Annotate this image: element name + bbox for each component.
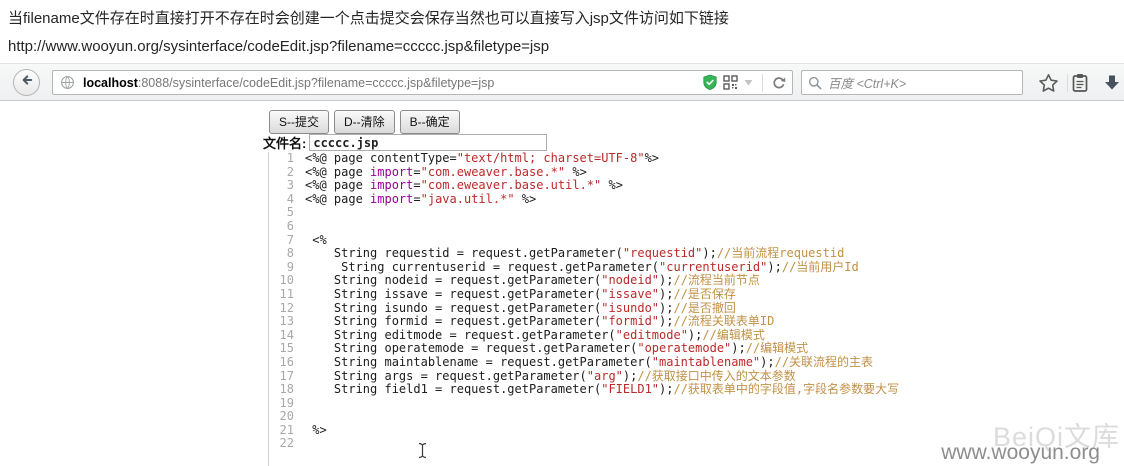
search-input[interactable]: 百度 <Ctrl+K> xyxy=(801,70,1023,95)
code-line[interactable]: String maintablename = request.getParame… xyxy=(305,356,1124,370)
code-line[interactable]: String formid = request.getParameter("fo… xyxy=(305,315,1124,329)
text-cursor-icon xyxy=(417,442,428,464)
back-icon xyxy=(19,72,35,93)
line-number: 8 xyxy=(269,247,294,261)
submit-button[interactable]: S--提交 xyxy=(269,110,329,134)
page-content: S--提交 D--清除 B--确定 文件名: 12345678910111213… xyxy=(0,101,1124,466)
clear-button[interactable]: D--清除 xyxy=(334,110,395,134)
code-line[interactable] xyxy=(305,397,1124,411)
filename-input[interactable] xyxy=(309,134,547,151)
line-number: 12 xyxy=(269,302,294,316)
confirm-button[interactable]: B--确定 xyxy=(400,110,460,134)
line-number: 17 xyxy=(269,370,294,384)
code-line[interactable] xyxy=(305,206,1124,220)
line-number: 7 xyxy=(269,234,294,248)
url-text[interactable]: localhost:8088/sysinterface/codeEdit.jsp… xyxy=(83,76,702,90)
filename-row: 文件名: xyxy=(263,133,547,152)
line-number: 3 xyxy=(269,179,294,193)
line-number: 1 xyxy=(269,152,294,166)
filename-label: 文件名: xyxy=(263,133,306,152)
toolbar-divider xyxy=(1067,74,1068,92)
watermark-site: www.wooyun.org xyxy=(941,441,1100,465)
line-number: 18 xyxy=(269,383,294,397)
shield-icon[interactable] xyxy=(702,74,718,91)
intro-text: 当filename文件存在时直接打开不存在时会创建一个点击提交会保存当然也可以直… xyxy=(0,0,1124,66)
code-line[interactable]: String issave = request.getParameter("is… xyxy=(305,288,1124,302)
download-icon[interactable] xyxy=(1103,74,1121,97)
intro-line-1: 当filename文件存在时直接打开不存在时会创建一个点击提交会保存当然也可以直… xyxy=(8,5,1116,33)
line-number: 20 xyxy=(269,410,294,424)
code-line[interactable]: String operatemode = request.getParamete… xyxy=(305,342,1124,356)
line-number: 16 xyxy=(269,356,294,370)
globe-icon[interactable] xyxy=(60,75,75,90)
url-host: localhost xyxy=(83,76,138,90)
code-line[interactable] xyxy=(305,220,1124,234)
search-icon xyxy=(808,76,822,90)
line-number: 11 xyxy=(269,288,294,302)
code-line[interactable]: <%@ page import="com.eweaver.base.util.*… xyxy=(305,179,1124,193)
editor-toolbar: S--提交 D--清除 B--确定 xyxy=(269,110,460,134)
back-button[interactable] xyxy=(13,69,40,96)
chevron-down-icon[interactable] xyxy=(743,77,754,88)
line-number: 15 xyxy=(269,342,294,356)
search-placeholder: 百度 <Ctrl+K> xyxy=(828,73,906,92)
star-icon[interactable] xyxy=(1038,73,1059,98)
line-number: 22 xyxy=(269,437,294,451)
code-line[interactable]: <%@ page import="java.util.*" %> xyxy=(305,193,1124,207)
line-number: 13 xyxy=(269,315,294,329)
code-line[interactable]: String requestid = request.getParameter(… xyxy=(305,247,1124,261)
line-number: 2 xyxy=(269,166,294,180)
code-line[interactable]: String nodeid = request.getParameter("no… xyxy=(305,274,1124,288)
line-number: 4 xyxy=(269,193,294,207)
code-line[interactable]: String field1 = request.getParameter("FI… xyxy=(305,383,1124,397)
line-number: 19 xyxy=(269,397,294,411)
line-number: 21 xyxy=(269,424,294,438)
line-number: 5 xyxy=(269,206,294,220)
intro-line-2: http://www.wooyun.org/sysinterface/codeE… xyxy=(8,33,1116,61)
line-number: 6 xyxy=(269,220,294,234)
qr-code-icon[interactable] xyxy=(723,75,738,90)
address-bar[interactable]: localhost:8088/sysinterface/codeEdit.jsp… xyxy=(52,70,793,95)
line-number: 9 xyxy=(269,261,294,275)
urlbar-divider xyxy=(762,74,763,92)
line-number: 10 xyxy=(269,274,294,288)
code-line[interactable]: <%@ page contentType="text/html; charset… xyxy=(305,152,1124,166)
line-number: 14 xyxy=(269,329,294,343)
refresh-icon[interactable] xyxy=(771,75,787,91)
browser-toolbar: localhost:8088/sysinterface/codeEdit.jsp… xyxy=(0,63,1124,101)
code-line[interactable]: <%@ page import="com.eweaver.base.*" %> xyxy=(305,166,1124,180)
url-path: :8088/sysinterface/codeEdit.jsp?filename… xyxy=(138,76,494,90)
line-numbers: 12345678910111213141516171819202122 xyxy=(269,152,299,466)
clipboard-icon[interactable] xyxy=(1071,73,1089,98)
